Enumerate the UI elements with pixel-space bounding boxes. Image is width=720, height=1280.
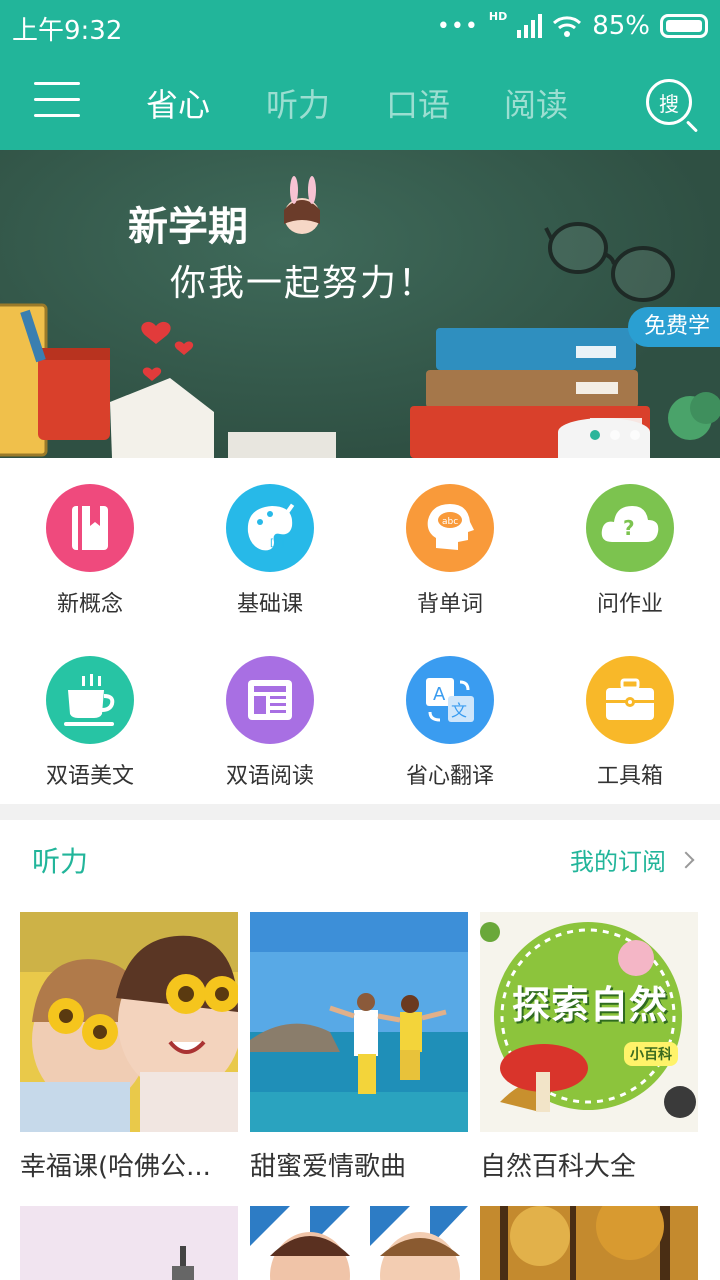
search-button[interactable]: 搜 [646,79,692,125]
banner-subtitle: 你我一起努力！ [170,263,437,304]
my-subscriptions-label: 我的订阅 [570,848,666,876]
signal-icon [517,14,543,38]
toolbox-icon [586,656,674,744]
menu-icon[interactable] [34,82,80,118]
translate-icon: A文 [406,656,494,744]
wifi-icon [553,16,582,37]
search-label: 搜 [659,91,679,116]
nature-cover-badge: 小百科 [624,1042,678,1066]
card-caption: 自然百科大全 [480,1152,637,1182]
top-nav: 省心 听力 口语 阅读 搜 [0,52,720,150]
my-subscriptions-link[interactable]: 我的订阅 [570,842,695,877]
carousel-dot [590,430,600,440]
card-thumbnail [250,912,468,1132]
grid-label: 双语美文 [45,764,134,789]
grid-label: 工具箱 [596,764,663,789]
svg-text:abc: abc [442,517,458,527]
card-thumbnail-partial[interactable] [480,1206,698,1280]
card-caption: 幸福课(哈佛公... [20,1152,211,1182]
book-icon [46,484,134,572]
tab-reading[interactable]: 阅读 [504,80,568,126]
tab-listening[interactable]: 听力 [266,80,330,126]
grid-item-new-concept[interactable]: 新概念 [0,458,180,630]
coffee-cup-icon [46,656,134,744]
chevron-right-icon [677,851,695,868]
card-thumbnail [20,912,238,1132]
svg-text:A: A [433,684,446,705]
tab-speaking[interactable]: 口语 [386,80,450,126]
listening-card-happiness[interactable]: 幸福课(哈佛公... [20,912,238,1183]
glasses-icon [544,222,675,302]
more-dots-icon: ••• [436,13,479,39]
grid-item-vocabulary[interactable]: abc 背单词 [360,458,540,630]
grid-item-homework[interactable]: ? 问作业 [540,458,720,630]
grid-label: 基础课 [236,592,303,617]
svg-text:[ə]: [ə] [270,538,284,549]
carousel-dot [630,430,640,440]
grid-item-translate[interactable]: A文 省心翻译 [360,630,540,802]
question-cloud-icon: ? [586,484,674,572]
grid-item-bilingual-essays[interactable]: 双语美文 [0,630,180,802]
feature-grid: 新概念 [ə] 基础课 abc 背单词 ? 问作业 双语美文 双语阅读 A文 省… [0,458,720,804]
card-caption: 甜蜜爱情歌曲 [250,1152,407,1182]
palette-phonetic-icon: [ə] [226,484,314,572]
promo-banner[interactable]: 新学期 你我一起努力！ 免费学 [0,150,720,458]
carousel-dot [610,430,620,440]
section-divider [0,804,720,820]
listening-section-title: 听力 [32,845,89,878]
nature-cover-title: 探索自然 [512,983,669,1027]
svg-text:?: ? [623,516,635,540]
grid-label: 背单词 [416,592,483,617]
listening-card-nature[interactable]: 探索自然 小百科 自然百科大全 [480,912,698,1183]
listening-card-love-songs[interactable]: 甜蜜爱情歌曲 [250,912,468,1183]
battery-percent: 85% [592,11,650,41]
app-header: 上午9:32 ••• HD 85% 省心 听力 口语 阅读 搜 [0,0,720,150]
status-icons: ••• HD 85% [437,10,708,42]
card-thumbnail-partial[interactable] [250,1206,468,1280]
banner-title: 新学期 [128,204,248,250]
head-abc-icon: abc [406,484,494,572]
svg-text:文: 文 [451,701,467,720]
grid-label: 双语阅读 [225,764,314,789]
grid-label: 省心翻译 [405,764,494,789]
grid-label: 新概念 [56,592,123,617]
status-bar: 上午9:32 ••• HD 85% [0,0,720,52]
status-time: 上午9:32 [12,16,123,46]
carousel-indicator [590,430,640,440]
free-learn-badge[interactable]: 免费学 [627,307,720,347]
newspaper-icon [226,656,314,744]
grid-label: 问作业 [596,592,663,617]
battery-icon [660,14,708,38]
card-thumbnail-partial[interactable] [20,1206,238,1280]
card-thumbnail: 探索自然 小百科 [480,912,698,1132]
grid-item-toolbox[interactable]: 工具箱 [540,630,720,802]
grid-item-bilingual-reading[interactable]: 双语阅读 [180,630,360,802]
tab-shengxin[interactable]: 省心 [146,80,210,126]
grid-item-basic-course[interactable]: [ə] 基础课 [180,458,360,630]
network-type-label: HD [488,10,508,23]
